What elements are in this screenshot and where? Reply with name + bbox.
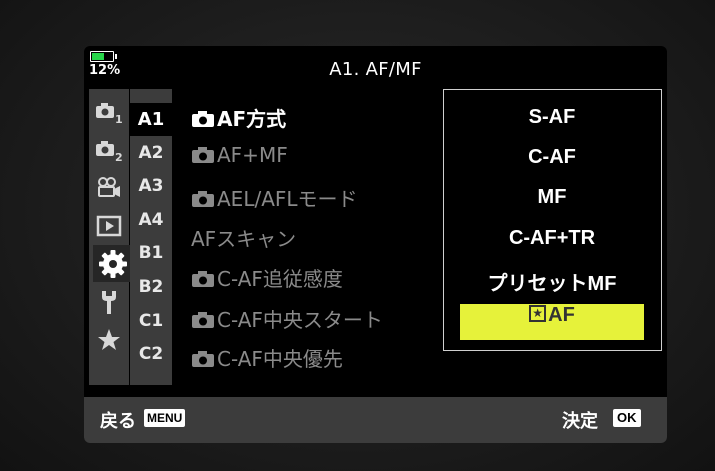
menu-item-af-mf[interactable]: AF+MF bbox=[191, 143, 288, 177]
menu-item-label: C-AF追従感度 bbox=[217, 267, 343, 291]
menu-button-icon[interactable]: MENU bbox=[144, 409, 186, 427]
subtab-c2[interactable]: C2 bbox=[130, 338, 172, 371]
camera-icon bbox=[192, 311, 214, 328]
subtab-a4[interactable]: A4 bbox=[130, 204, 172, 237]
menu-item-af-mode[interactable]: AF方式 bbox=[191, 103, 286, 137]
af-mode-options-popup: S-AF C-AF MF C-AF+TR プリセットMF ★ AF bbox=[443, 89, 662, 351]
menu-item-label: AFスキャン bbox=[191, 227, 297, 251]
subtab-c1[interactable]: C1 bbox=[130, 305, 172, 338]
subtab-column: A1 A2 A3 A4 B1 B2 C1 C2 bbox=[130, 89, 172, 385]
option-s-af[interactable]: S-AF bbox=[444, 106, 660, 142]
camera-icon bbox=[192, 190, 214, 207]
category-my-menu[interactable] bbox=[89, 321, 129, 358]
category-camera-1-number: 1 bbox=[115, 113, 123, 126]
category-video[interactable] bbox=[89, 169, 129, 206]
option-star-af-label: AF bbox=[548, 304, 575, 326]
option-c-af[interactable]: C-AF bbox=[444, 146, 660, 182]
gear-icon bbox=[99, 249, 127, 278]
subtab-a1[interactable]: A1 bbox=[130, 103, 172, 136]
option-mf[interactable]: MF bbox=[444, 186, 660, 222]
star-af-icon: ★ bbox=[529, 305, 547, 323]
menu-item-ael-afl-mode[interactable]: AEL/AFLモード bbox=[191, 183, 358, 217]
menu-item-label: AF方式 bbox=[217, 107, 287, 131]
confirm-label: 決定 bbox=[562, 411, 598, 432]
camera-icon bbox=[192, 110, 214, 127]
category-camera-1[interactable]: 1 bbox=[89, 93, 129, 130]
subtab-b2[interactable]: B2 bbox=[130, 271, 172, 304]
menu-item-label: C-AF中央スタート bbox=[217, 308, 383, 332]
menu-item-af-scan[interactable]: AFスキャン bbox=[191, 223, 296, 257]
menu-item-label: AEL/AFLモード bbox=[217, 187, 358, 211]
category-custom-settings[interactable] bbox=[93, 245, 133, 282]
category-playback[interactable] bbox=[89, 207, 129, 244]
page-title: A1. AF/MF bbox=[329, 59, 422, 80]
category-column: 1 2 bbox=[89, 89, 133, 385]
menu-item-caf-tracking-sensitivity[interactable]: C-AF追従感度 bbox=[191, 263, 343, 297]
option-preset-mf[interactable]: プリセットMF bbox=[444, 267, 660, 303]
category-setup[interactable] bbox=[89, 283, 129, 320]
option-c-af-tr[interactable]: C-AF+TR bbox=[444, 227, 660, 263]
subtab-a3[interactable]: A3 bbox=[130, 170, 172, 203]
playback-icon bbox=[96, 215, 122, 236]
subtab-b1[interactable]: B1 bbox=[130, 237, 172, 270]
category-camera-2[interactable]: 2 bbox=[89, 131, 129, 168]
star-icon bbox=[98, 328, 120, 350]
footer-bar: 戻る MENU 決定 OK bbox=[84, 397, 667, 443]
back-label: 戻る bbox=[100, 411, 136, 432]
menu-item-label: AF+MF bbox=[217, 143, 288, 167]
wrench-icon bbox=[102, 290, 116, 314]
camera-icon bbox=[192, 146, 214, 163]
video-camera-icon bbox=[98, 176, 120, 197]
subtab-a2[interactable]: A2 bbox=[130, 137, 172, 170]
option-star-af[interactable]: ★ AF bbox=[460, 304, 644, 340]
camera-2-icon: 2 bbox=[96, 140, 123, 164]
menu-item-caf-center-start[interactable]: C-AF中央スタート bbox=[191, 304, 383, 338]
ok-button-icon[interactable]: OK bbox=[613, 409, 641, 427]
menu-item-caf-center-priority[interactable]: C-AF中央優先 bbox=[191, 343, 343, 377]
camera-icon bbox=[192, 270, 214, 287]
category-camera-2-number: 2 bbox=[115, 151, 123, 164]
camera-1-icon: 1 bbox=[96, 102, 123, 126]
menu-item-label: C-AF中央優先 bbox=[217, 347, 343, 371]
camera-lcd-screen: 12% A1. AF/MF 1 2 A1 A2 A3 A4 B1 B2 C1 C… bbox=[84, 46, 667, 443]
camera-icon bbox=[192, 350, 214, 367]
